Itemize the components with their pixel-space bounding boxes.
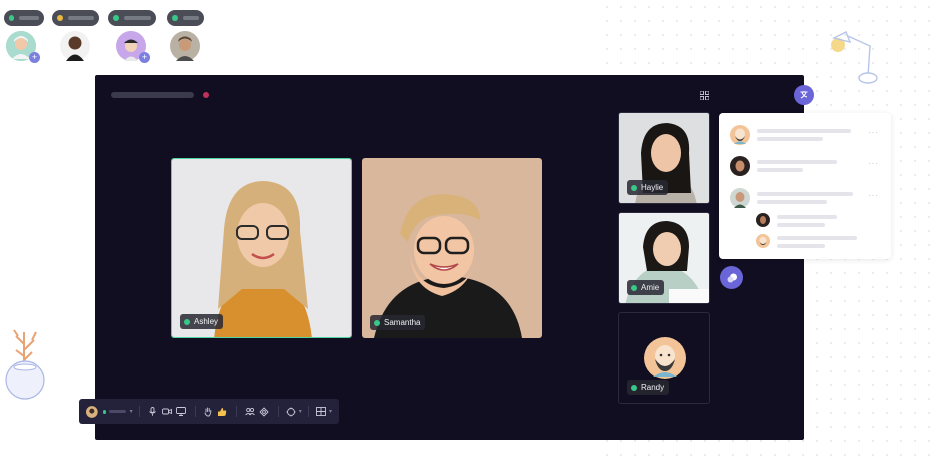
status-dot bbox=[184, 318, 190, 325]
chat-panel: ··· ··· ··· bbox=[719, 113, 891, 259]
meeting-toolbar: ▾ ▾ ▾ bbox=[79, 399, 339, 424]
participants-icon[interactable] bbox=[243, 404, 256, 420]
comment-button[interactable] bbox=[720, 266, 743, 289]
participant-name: Ashley bbox=[194, 317, 219, 326]
chat-message[interactable] bbox=[730, 125, 851, 145]
desk-lamp-illustration bbox=[831, 31, 878, 84]
self-avatar[interactable] bbox=[86, 405, 98, 419]
chat-reply[interactable] bbox=[756, 213, 837, 227]
user-avatar-1: + bbox=[6, 31, 40, 63]
status-dot bbox=[57, 15, 63, 21]
screen-share-icon[interactable] bbox=[174, 404, 187, 420]
invite-plus-icon[interactable]: + bbox=[139, 52, 150, 63]
status-dot bbox=[631, 184, 637, 191]
user-avatar-4 bbox=[170, 31, 200, 61]
video-tile-ashley[interactable]: Ashley bbox=[171, 158, 352, 338]
participant-name: Haylie bbox=[641, 183, 664, 192]
thumbs-up-icon[interactable] bbox=[216, 404, 229, 420]
effects-icon[interactable] bbox=[257, 404, 270, 420]
avatar bbox=[730, 156, 750, 176]
user-avatar-2 bbox=[60, 31, 90, 61]
video-tile-samantha[interactable]: Samantha bbox=[362, 158, 542, 338]
participant-photo bbox=[172, 159, 351, 337]
chat-message[interactable] bbox=[730, 156, 837, 176]
top-user-4[interactable] bbox=[167, 10, 215, 61]
comment-icon bbox=[727, 273, 737, 282]
participant-name: Samantha bbox=[384, 318, 421, 327]
participant-name-tag: Amie bbox=[627, 280, 665, 295]
recording-indicator bbox=[203, 92, 209, 98]
chat-message[interactable] bbox=[730, 188, 853, 208]
avatar bbox=[730, 125, 750, 145]
participant-name-tag: Haylie bbox=[627, 180, 669, 195]
more-options-icon[interactable]: ··· bbox=[868, 159, 879, 168]
participant-name: Randy bbox=[641, 383, 665, 392]
video-tile-randy[interactable]: Randy bbox=[618, 312, 710, 404]
user-status-pill bbox=[52, 10, 99, 26]
more-options-icon[interactable]: ··· bbox=[868, 128, 879, 137]
more-options-icon[interactable]: ··· bbox=[868, 191, 879, 200]
participant-photo bbox=[362, 158, 542, 338]
randy-avatar bbox=[644, 337, 686, 379]
status-dot bbox=[9, 15, 15, 21]
participant-name-tag: Randy bbox=[627, 380, 670, 395]
camera-icon[interactable] bbox=[160, 404, 173, 420]
chevron-down-icon[interactable]: ▾ bbox=[299, 408, 302, 415]
participant-name-tag: Samantha bbox=[370, 315, 426, 330]
participant-name-tag: Ashley bbox=[180, 314, 224, 329]
status-dot bbox=[113, 15, 119, 21]
user-avatar-3: + bbox=[116, 31, 150, 63]
avatar bbox=[756, 213, 770, 227]
chevron-down-icon[interactable]: ▾ bbox=[329, 408, 332, 415]
status-dot bbox=[102, 409, 106, 414]
raise-hand-icon[interactable] bbox=[201, 404, 214, 420]
chat-reply[interactable] bbox=[756, 234, 857, 248]
avatar bbox=[756, 234, 770, 248]
participant-name: Amie bbox=[641, 283, 660, 292]
invite-plus-icon[interactable]: + bbox=[29, 52, 40, 63]
status-dot bbox=[631, 284, 637, 291]
avatar bbox=[730, 188, 750, 208]
top-user-2[interactable] bbox=[52, 10, 100, 61]
status-dot bbox=[374, 319, 380, 326]
layout-grid-icon[interactable] bbox=[700, 91, 709, 100]
translate-icon bbox=[800, 91, 808, 99]
user-status-pill bbox=[108, 10, 156, 26]
status-dot bbox=[631, 384, 637, 391]
status-dot bbox=[172, 15, 178, 21]
top-user-1[interactable]: + bbox=[4, 10, 52, 63]
plant-illustration bbox=[5, 329, 45, 400]
meeting-title-placeholder bbox=[111, 92, 194, 98]
video-tile-haylie[interactable]: Haylie bbox=[618, 112, 710, 204]
microphone-icon[interactable] bbox=[146, 404, 159, 420]
user-status-pill bbox=[4, 10, 44, 26]
top-user-3[interactable]: + bbox=[108, 10, 156, 63]
user-status-pill bbox=[167, 10, 204, 26]
chevron-down-icon[interactable]: ▾ bbox=[130, 408, 133, 415]
translate-button[interactable] bbox=[794, 85, 814, 105]
layout-grid-icon[interactable] bbox=[315, 404, 328, 420]
meeting-window: Ashley Samantha Haylie Amie Randy bbox=[95, 75, 804, 440]
video-tile-amie[interactable]: Amie bbox=[618, 212, 710, 304]
reactions-icon[interactable] bbox=[284, 404, 297, 420]
